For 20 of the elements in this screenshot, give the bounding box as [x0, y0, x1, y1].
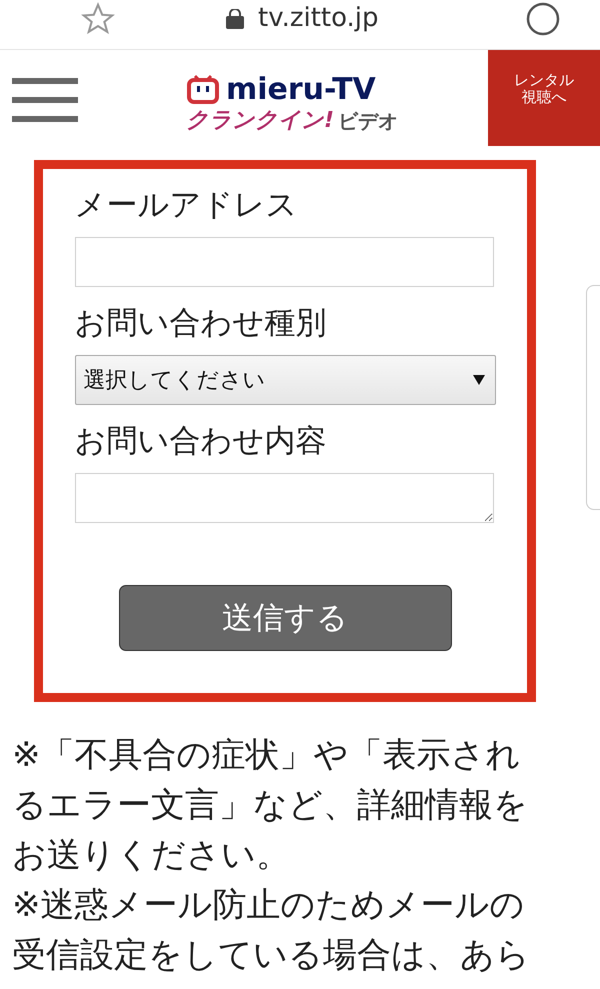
- field-label: お問い合わせ種別: [74, 304, 328, 343]
- lock-icon: [226, 8, 244, 28]
- logo-title: mieru-TV: [226, 74, 376, 106]
- rental-button[interactable]: レンタル視聴へ: [488, 50, 600, 146]
- circle-icon[interactable]: [526, 2, 560, 36]
- note-text: ※迷惑メール防止のためメールの受信設定をしている場合は、あら: [12, 884, 531, 977]
- submit-button[interactable]: 送信する: [118, 585, 452, 651]
- type-select[interactable]: 選択してください: [74, 355, 496, 405]
- logo-suffix: ビデオ: [338, 108, 398, 135]
- field-label: メールアドレス: [74, 186, 298, 225]
- logo-subtitle: クランクイン!: [186, 107, 334, 135]
- menu-icon[interactable]: [12, 78, 78, 122]
- url-text[interactable]: tv.zitto.jp: [258, 0, 379, 38]
- tv-icon: [186, 74, 220, 106]
- dropdown-arrow-icon: [472, 375, 484, 385]
- email-field[interactable]: [74, 237, 494, 287]
- star-icon[interactable]: [80, 2, 116, 36]
- message-field[interactable]: [74, 473, 494, 523]
- field-label: お問い合わせ内容: [74, 422, 328, 461]
- note-text: ※「不具合の症状」や「表示されるエラー文言」など、詳細情報をお送りください。: [12, 734, 529, 877]
